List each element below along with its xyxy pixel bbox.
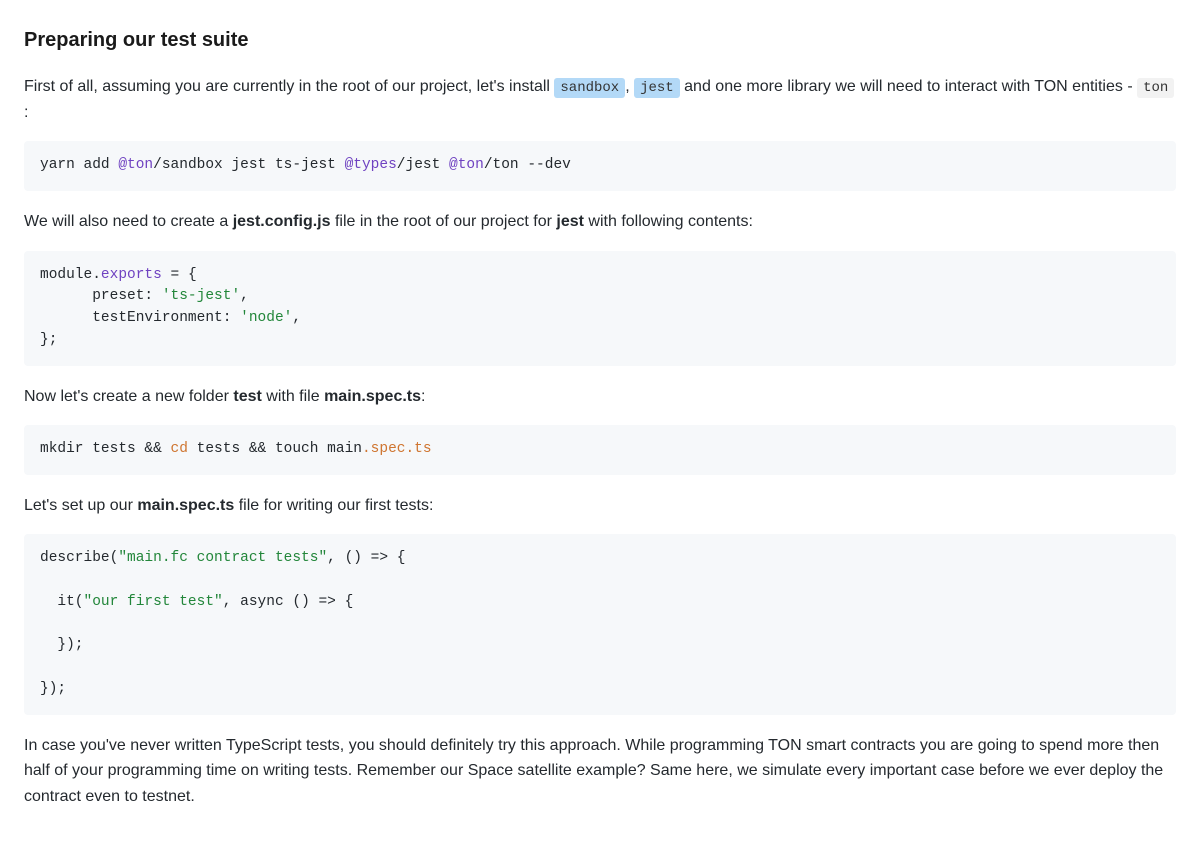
text: We will also need to create a <box>24 213 233 230</box>
code-text: , <box>292 310 301 326</box>
code-text: describe( <box>40 550 118 566</box>
paragraph-install: First of all, assuming you are currently… <box>24 74 1176 125</box>
code-text: it( <box>40 594 84 610</box>
text: , <box>625 78 634 95</box>
code-text: /sandbox jest ts-jest <box>153 157 344 173</box>
bold-mainspec: main.spec.ts <box>324 388 421 405</box>
code-string: 'ts-jest' <box>162 288 240 304</box>
code-text: }; <box>40 332 57 348</box>
text: : <box>24 104 28 121</box>
code-string: "main.fc contract tests" <box>118 550 327 566</box>
code-exports: exports <box>101 267 162 283</box>
text: Now let's create a new folder <box>24 388 233 405</box>
code-text: tests && touch main <box>188 441 362 457</box>
code-text: , () => { <box>327 550 405 566</box>
code-jest: jest <box>634 78 680 98</box>
text: with file <box>262 388 324 405</box>
code-string: "our first test" <box>84 594 223 610</box>
code-text: /ton --dev <box>484 157 571 173</box>
code-text: , <box>240 288 249 304</box>
code-scope: @ton <box>118 157 153 173</box>
code-block-mkdir: mkdir tests && cd tests && touch main.sp… <box>24 425 1176 475</box>
paragraph-setup-mainspec: Let's set up our main.spec.ts file for w… <box>24 493 1176 519</box>
code-block-yarn-add: yarn add @ton/sandbox jest ts-jest @type… <box>24 141 1176 191</box>
code-text: , async () => { <box>223 594 354 610</box>
paragraph-create-folder: Now let's create a new folder test with … <box>24 384 1176 410</box>
code-text: = { <box>162 267 197 283</box>
bold-jest: jest <box>556 213 584 230</box>
section-heading: Preparing our test suite <box>24 24 1176 56</box>
paragraph-jest-config: We will also need to create a jest.confi… <box>24 209 1176 235</box>
code-text: testEnvironment: <box>40 310 240 326</box>
code-scope: @types <box>345 157 397 173</box>
text: file in the root of our project for <box>331 213 557 230</box>
text: Let's set up our <box>24 497 137 514</box>
text: and one more library we will need to int… <box>680 78 1137 95</box>
code-text: yarn add <box>40 157 118 173</box>
code-string: 'node' <box>240 310 292 326</box>
code-text: }); <box>40 681 66 697</box>
code-text: module. <box>40 267 101 283</box>
code-block-describe: describe("main.fc contract tests", () =>… <box>24 534 1176 714</box>
text: First of all, assuming you are currently… <box>24 78 554 95</box>
text: with following contents: <box>584 213 753 230</box>
code-ton: ton <box>1137 78 1174 98</box>
code-text: /jest <box>397 157 449 173</box>
code-text: }); <box>40 637 84 653</box>
text: : <box>421 388 425 405</box>
code-sandbox: sandbox <box>554 78 625 98</box>
code-text: preset: <box>40 288 162 304</box>
code-cd: cd <box>171 441 188 457</box>
code-text: mkdir tests && <box>40 441 171 457</box>
bold-test: test <box>233 388 261 405</box>
code-ext: .spec.ts <box>362 441 432 457</box>
bold-mainspec2: main.spec.ts <box>137 497 234 514</box>
bold-filename: jest.config.js <box>233 213 331 230</box>
code-scope: @ton <box>449 157 484 173</box>
text: file for writing our first tests: <box>234 497 433 514</box>
code-block-jest-config: module.exports = { preset: 'ts-jest', te… <box>24 251 1176 366</box>
paragraph-closing: In case you've never written TypeScript … <box>24 733 1176 810</box>
